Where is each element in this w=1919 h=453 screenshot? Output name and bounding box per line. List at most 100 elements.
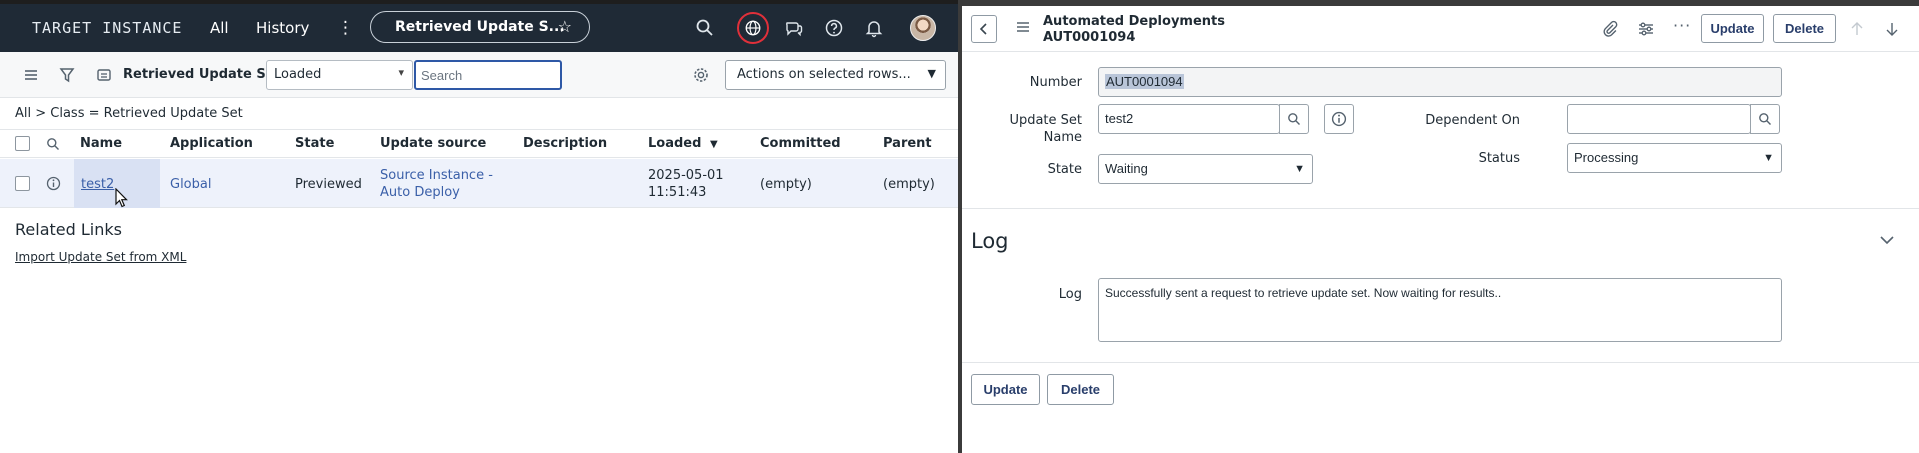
globe-button[interactable] [737,12,769,44]
hamburger-icon[interactable] [22,66,40,84]
form-record-number: AUT0001094 [1043,30,1136,45]
active-tab-label: Retrieved Update S... [395,19,565,35]
import-update-set-link[interactable]: Import Update Set from XML [15,250,186,264]
dependent-on-lookup-button[interactable] [1750,104,1780,134]
more-menu-icon[interactable]: ⋮ [337,18,354,38]
breadcrumb[interactable]: All > Class = Retrieved Update Set [15,106,243,121]
nav-history[interactable]: History [256,19,309,37]
column-update-source[interactable]: Update source [380,136,486,151]
more-options-icon[interactable]: ··· [1673,16,1691,35]
column-loaded[interactable]: Loaded ▼ [648,136,718,151]
column-parent[interactable]: Parent [883,136,932,151]
list-toolbar: Retrieved Update Sets Loaded ▾ Actions o… [0,52,958,98]
arrow-down-icon[interactable] [1883,20,1901,38]
chevron-down-icon: ▼ [1763,152,1774,164]
footer-update-button[interactable]: Update [971,374,1040,405]
column-name[interactable]: Name [80,136,122,151]
update-set-label-line2: Name [1043,130,1082,145]
row-application-link[interactable]: Global [170,176,211,193]
chevron-down-icon: ▼ [927,67,936,80]
state-value: Waiting [1105,161,1148,176]
search-icon[interactable] [695,18,715,38]
bell-icon[interactable] [864,18,884,38]
update-button[interactable]: Update [1701,14,1764,43]
filter-icon[interactable] [58,66,76,84]
chevron-down-icon: ▼ [1294,163,1305,175]
form-title: Automated Deployments [1043,14,1225,29]
number-label: Number [1029,75,1082,90]
log-section-title: Log [971,229,1009,253]
state-label: State [1047,162,1082,177]
row-committed: (empty) [760,177,812,192]
left-window: TARGET INSTANCE All History ⋮ Retrieved … [0,0,958,453]
number-field[interactable]: AUT0001094 [1098,67,1782,97]
list-title[interactable]: Retrieved Update Sets [123,67,288,82]
back-button[interactable] [971,15,997,43]
row-parent: (empty) [883,177,935,192]
actions-select[interactable]: Actions on selected rows... ▼ [725,60,946,90]
row-loaded: 2025-05-01 11:51:43 [648,167,724,201]
dependent-on-field[interactable] [1567,104,1751,134]
list-context-icon[interactable] [95,66,113,84]
row-name-link[interactable]: test2 [81,176,114,193]
hamburger-icon[interactable] [1015,20,1031,34]
chevron-down-icon[interactable] [1879,234,1895,246]
column-state[interactable]: State [295,136,334,151]
nav-all[interactable]: All [210,19,229,37]
section-divider [962,208,1919,209]
search-input[interactable] [414,60,562,90]
search-field-select[interactable]: Loaded ▾ [266,60,413,90]
footer-delete-button[interactable]: Delete [1047,374,1114,405]
table-row[interactable]: test2 Global Previewed Source Instance -… [0,159,958,208]
right-window: Automated Deployments AUT0001094 ··· Upd… [962,0,1919,453]
chevron-left-icon [979,23,987,35]
column-application[interactable]: Application [170,136,253,151]
log-field-label: Log [1058,287,1082,302]
sort-desc-icon: ▼ [709,139,718,150]
log-textarea[interactable]: Successfully sent a request to retrieve … [1098,278,1782,342]
info-icon[interactable] [46,176,61,191]
status-value: Processing [1574,150,1639,165]
table-header: Name Application State Update source Des… [0,129,958,158]
top-navbar: TARGET INSTANCE All History ⋮ Retrieved … [0,4,958,52]
paperclip-icon[interactable] [1601,20,1619,38]
avatar[interactable] [910,15,936,41]
update-set-info-button[interactable] [1324,104,1354,134]
sliders-icon[interactable] [1637,20,1655,38]
number-value: AUT0001094 [1105,74,1184,89]
update-source-line1: Source Instance - [380,168,493,183]
help-icon[interactable] [824,18,844,38]
search-icon [1288,113,1300,125]
row-state: Previewed [295,177,362,192]
state-select[interactable]: Waiting ▼ [1098,154,1313,184]
loaded-time: 11:51:43 [648,185,707,200]
section-divider [962,362,1919,363]
row-checkbox[interactable] [15,176,30,191]
chat-icon[interactable] [784,18,804,38]
update-set-label-line1: Update Set [1009,113,1082,128]
info-icon [1331,111,1347,127]
status-select[interactable]: Processing ▼ [1567,143,1782,173]
column-description[interactable]: Description [523,136,607,151]
star-icon[interactable]: ☆ [558,17,572,36]
instance-label[interactable]: TARGET INSTANCE [32,19,182,37]
dependent-on-label: Dependent On [1425,113,1520,128]
active-tab-pill[interactable]: Retrieved Update S... ☆ [370,11,590,43]
chevron-down-icon: ▾ [398,66,404,79]
update-source-line2: Auto Deploy [380,185,460,200]
loaded-date: 2025-05-01 [648,168,724,183]
globe-icon [745,20,761,36]
actions-label: Actions on selected rows... [737,67,911,82]
search-icon[interactable] [46,137,60,151]
form-header: Automated Deployments AUT0001094 ··· Upd… [962,6,1919,52]
gear-icon[interactable] [692,66,710,84]
delete-button[interactable]: Delete [1773,14,1836,43]
select-all-checkbox[interactable] [15,136,30,151]
arrow-up-icon[interactable] [1848,20,1866,38]
update-set-lookup-button[interactable] [1279,104,1309,134]
row-update-source-link[interactable]: Source Instance - Auto Deploy [380,167,493,201]
column-committed[interactable]: Committed [760,136,841,151]
update-set-name-field[interactable]: test2 [1098,104,1280,134]
search-field-value: Loaded [274,67,322,82]
update-set-name-label: Update Set Name [992,112,1082,146]
